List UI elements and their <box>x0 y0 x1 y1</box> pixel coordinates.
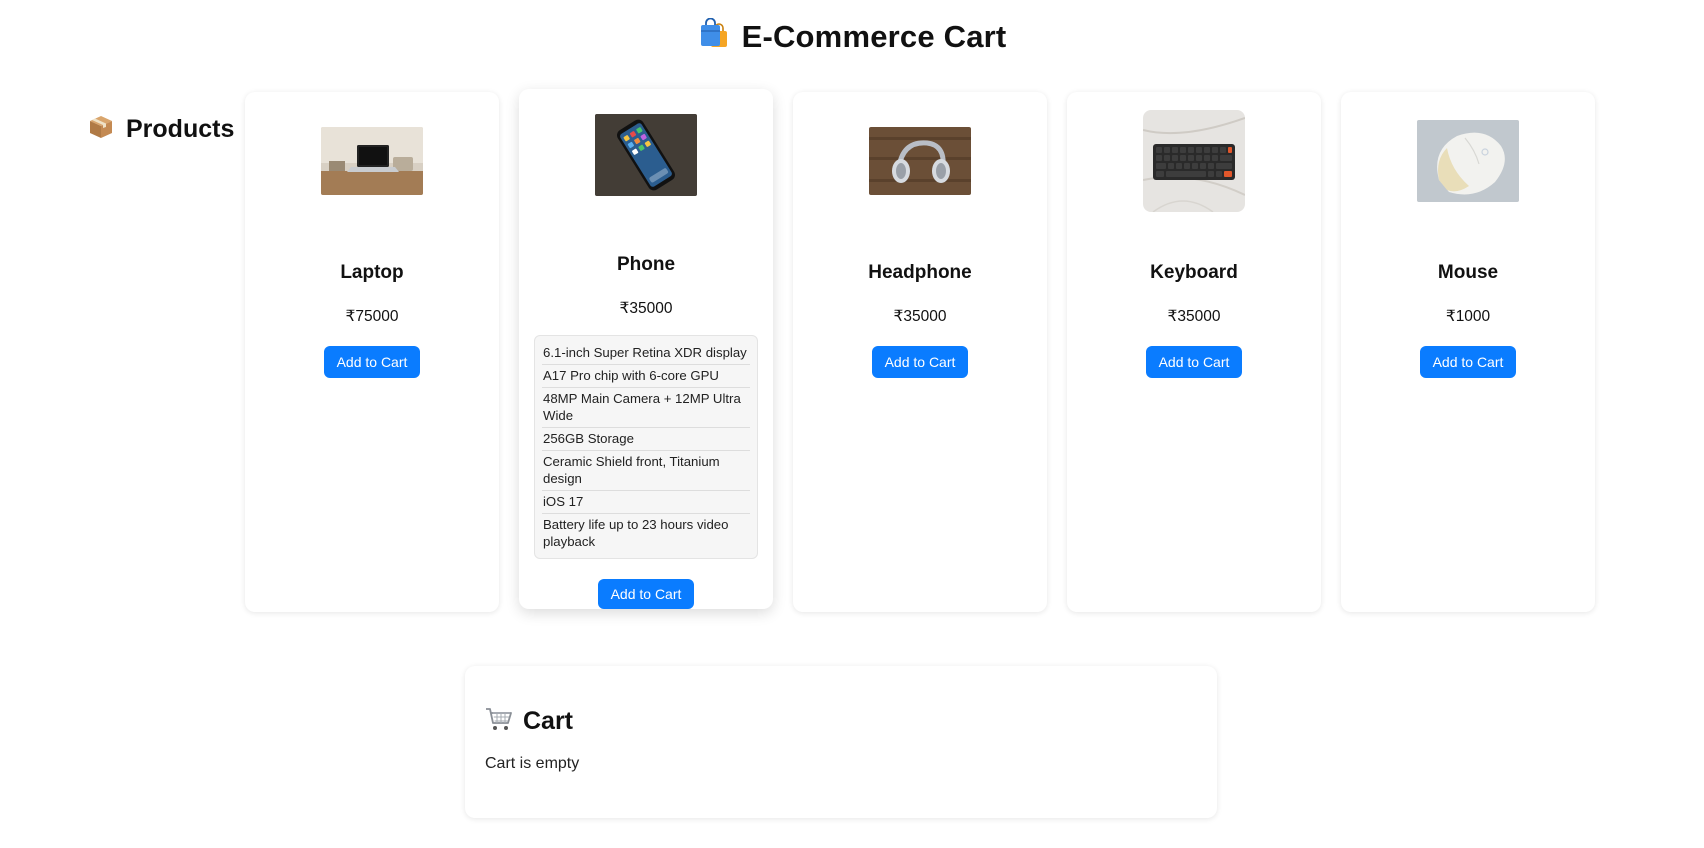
page-title: E-Commerce Cart <box>741 18 1007 54</box>
add-to-cart-button-mouse[interactable]: Add to Cart <box>1419 346 1517 378</box>
shopping-cart-icon <box>485 706 513 737</box>
product-card-mouse: Mouse ₹1000 Add to Cart <box>1341 92 1595 612</box>
cart-empty-message: Cart is empty <box>485 755 580 772</box>
headphone-photo <box>869 127 971 195</box>
add-to-cart-button-phone[interactable]: Add to Cart <box>597 578 695 609</box>
laptop-photo <box>321 127 423 195</box>
app-header: E-Commerce Cart <box>0 17 1704 55</box>
mouse-photo <box>1417 120 1519 202</box>
product-name: Mouse <box>1437 262 1499 283</box>
spec-item: 256GB Storage <box>542 428 750 451</box>
cart-panel: Cart Cart is empty <box>465 666 1217 818</box>
product-image-slot <box>245 110 499 212</box>
product-image-slot <box>793 110 1047 212</box>
product-name: Laptop <box>340 262 404 283</box>
product-card-phone: Phone ₹35000 6.1-inch Super Retina XDR d… <box>519 89 773 609</box>
product-name: Phone <box>616 253 676 275</box>
product-list: Laptop ₹75000 Add to Cart Phone ₹35000 6… <box>245 89 1595 612</box>
keyboard-photo <box>1143 110 1245 212</box>
spec-item: A17 Pro chip with 6-core GPU <box>542 365 750 388</box>
product-image-slot <box>519 107 773 204</box>
product-card-keyboard: Keyboard ₹35000 Add to Cart <box>1067 92 1321 612</box>
product-price: ₹1000 <box>1445 308 1491 325</box>
spec-item: iOS 17 <box>542 491 750 514</box>
product-price: ₹35000 <box>619 299 673 317</box>
page: E-Commerce Cart Products Laptop ₹75000 A… <box>0 0 1704 848</box>
shopping-bags-icon <box>698 17 730 55</box>
product-price: ₹35000 <box>1167 308 1221 325</box>
spec-item: 6.1-inch Super Retina XDR display <box>542 342 750 365</box>
product-price: ₹75000 <box>345 308 399 325</box>
product-card-laptop: Laptop ₹75000 Add to Cart <box>245 92 499 612</box>
products-section-heading: Products <box>88 114 234 145</box>
package-icon <box>88 114 114 145</box>
cart-title: Cart <box>523 707 574 735</box>
product-image-slot <box>1067 110 1321 212</box>
spec-item: Battery life up to 23 hours video playba… <box>543 516 729 549</box>
product-price: ₹35000 <box>893 308 947 325</box>
products-title: Products <box>126 115 235 143</box>
spec-item: Ceramic Shield front, Titanium design <box>542 451 750 491</box>
product-specs-list: 6.1-inch Super Retina XDR display A17 Pr… <box>534 334 758 559</box>
product-name: Keyboard <box>1150 262 1238 283</box>
product-name: Headphone <box>868 262 972 283</box>
add-to-cart-button-headphone[interactable]: Add to Cart <box>871 346 969 378</box>
add-to-cart-button-laptop[interactable]: Add to Cart <box>323 346 421 378</box>
add-to-cart-button-keyboard[interactable]: Add to Cart <box>1145 346 1243 378</box>
product-image-slot <box>1341 110 1595 212</box>
phone-photo <box>595 114 697 197</box>
cart-heading: Cart <box>485 706 1197 737</box>
spec-item: 48MP Main Camera + 12MP Ultra Wide <box>542 388 750 428</box>
product-card-headphone: Headphone ₹35000 Add to Cart <box>793 92 1047 612</box>
